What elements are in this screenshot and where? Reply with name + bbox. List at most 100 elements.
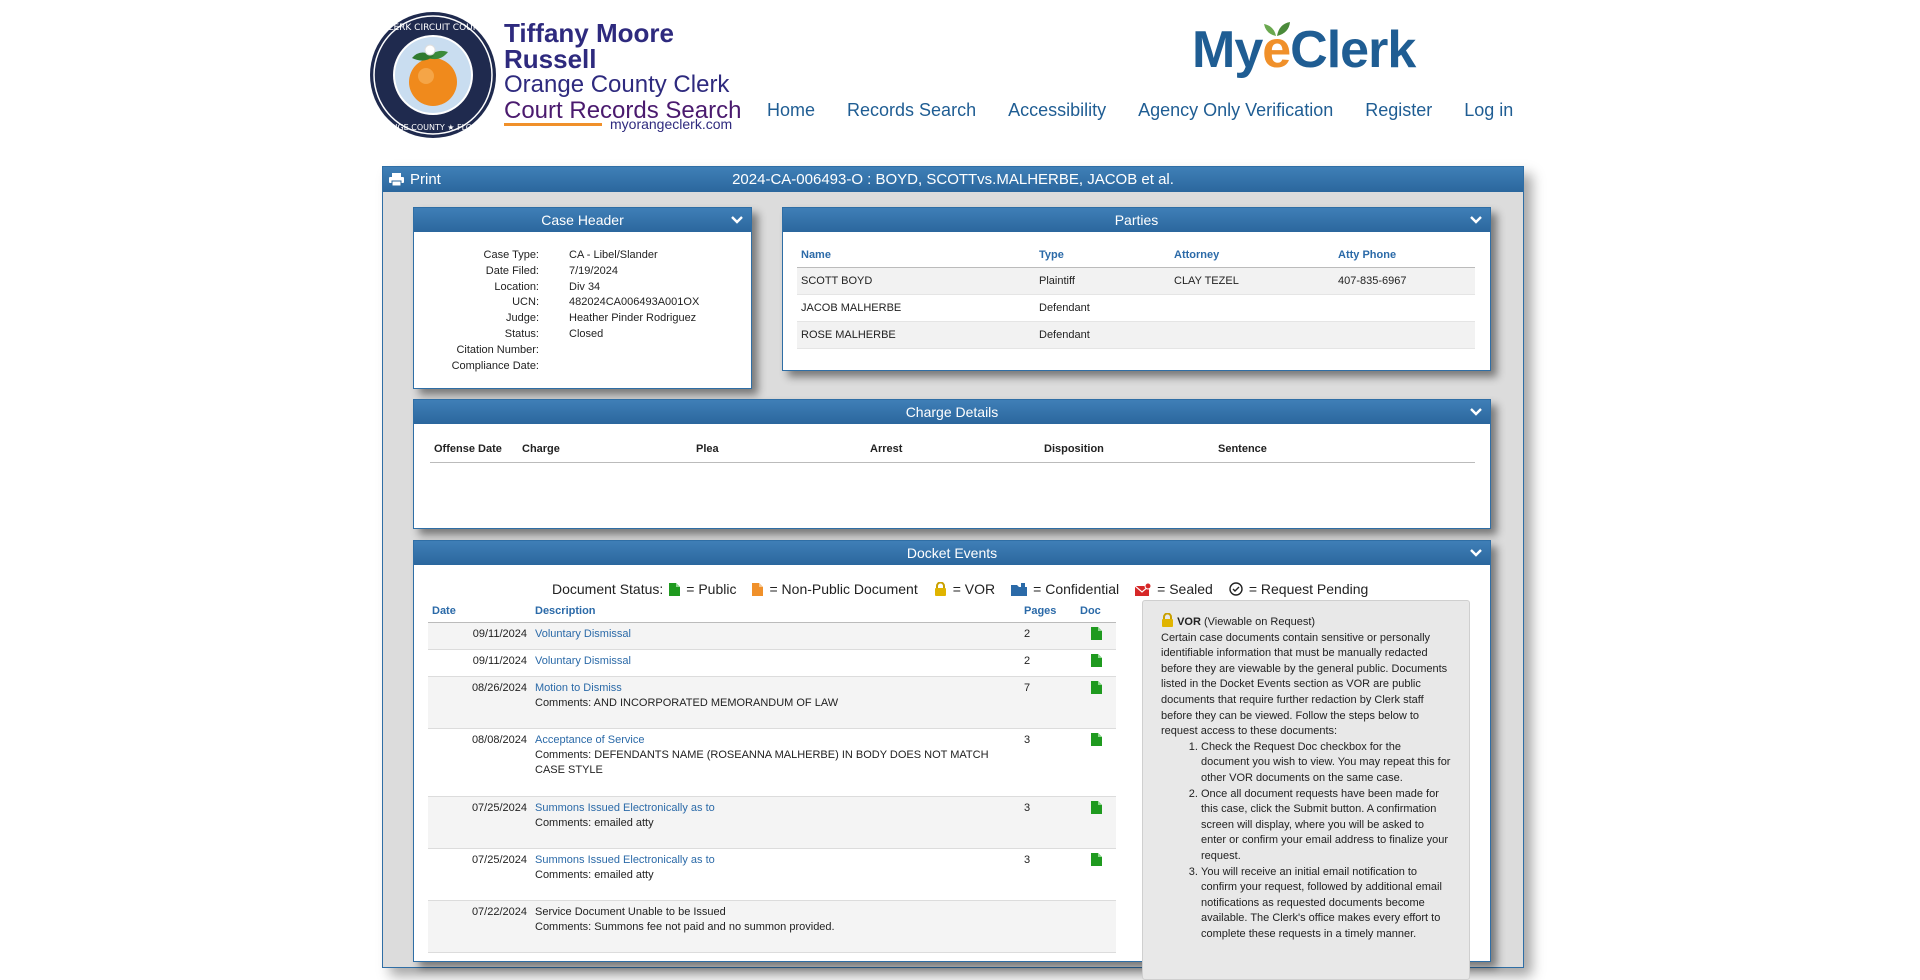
field-key: Citation Number: bbox=[456, 343, 539, 356]
docket-link[interactable]: Voluntary Dismissal bbox=[535, 628, 631, 640]
docket-description: Summons Issued Electronically as to Comm… bbox=[531, 796, 1020, 849]
chevron-down-icon[interactable] bbox=[1469, 546, 1483, 560]
docket-link[interactable]: Summons Issued Electronically as to bbox=[535, 854, 715, 866]
vor-heading: VOR (Viewable on Request) bbox=[1161, 612, 1451, 631]
parties-heading[interactable]: Parties bbox=[783, 208, 1490, 232]
docket-link[interactable]: Summons Issued Electronically as to bbox=[535, 802, 715, 814]
confidential-folder-icon bbox=[1011, 582, 1028, 596]
party-atty-phone: 407-835-6967 bbox=[1334, 267, 1475, 295]
ucn-value: 482024CA006493A001OX bbox=[569, 296, 700, 309]
party-name: ROSE MALHERBE bbox=[797, 321, 1035, 349]
docket-description: Voluntary Dismissal bbox=[531, 649, 1020, 677]
chevron-down-icon[interactable] bbox=[730, 213, 744, 227]
public-document-icon[interactable] bbox=[1090, 801, 1102, 814]
public-document-icon[interactable] bbox=[1090, 627, 1102, 640]
chevron-down-icon[interactable] bbox=[1469, 213, 1483, 227]
brand-text: Tiffany Moore Russell Orange County Cler… bbox=[504, 20, 748, 124]
court-seal-logo: CLERK CIRCUIT COURT ORANGE COUNTY ★ FLOR… bbox=[370, 12, 496, 138]
seal-text-top: CLERK CIRCUIT COURT bbox=[382, 23, 484, 33]
public-document-icon[interactable] bbox=[1090, 681, 1102, 694]
case-header-heading[interactable]: Case Header bbox=[414, 208, 751, 232]
docket-pages: 3 bbox=[1020, 728, 1076, 797]
docket-events-heading[interactable]: Docket Events bbox=[414, 541, 1490, 565]
case-header-card: Case Header Case Type: Date Filed: Locat… bbox=[413, 207, 752, 389]
col-offense-date[interactable]: Offense Date bbox=[430, 436, 518, 463]
party-type: Defendant bbox=[1035, 294, 1170, 322]
charge-details-heading[interactable]: Charge Details bbox=[414, 400, 1490, 424]
party-atty-phone bbox=[1334, 321, 1475, 349]
col-charge[interactable]: Charge bbox=[518, 436, 692, 463]
table-row: 08/08/2024 Acceptance of Service Comment… bbox=[428, 728, 1116, 797]
vor-lock-icon bbox=[934, 582, 946, 596]
compliance-date-value bbox=[569, 359, 699, 375]
field-key: Status: bbox=[504, 327, 539, 340]
legend-sealed: = Sealed bbox=[1157, 581, 1213, 597]
party-type: Defendant bbox=[1035, 321, 1170, 349]
nav-login[interactable]: Log in bbox=[1464, 100, 1513, 121]
docket-description: Motion to Dismiss Comments: AND INCORPOR… bbox=[531, 676, 1020, 729]
parties-table: Name Type Attorney Atty Phone SCOTT BOYD… bbox=[797, 242, 1475, 349]
vor-step: Check the Request Doc checkbox for the d… bbox=[1201, 740, 1451, 787]
chevron-down-icon[interactable] bbox=[1469, 405, 1483, 419]
col-attorney[interactable]: Attorney bbox=[1170, 242, 1334, 268]
col-arrest[interactable]: Arrest bbox=[866, 436, 1040, 463]
citation-number-value bbox=[569, 343, 699, 359]
col-date[interactable]: Date bbox=[428, 600, 531, 623]
parties-card: Parties Name Type Attorney Atty Phone SC… bbox=[782, 207, 1491, 371]
nav-records-search[interactable]: Records Search bbox=[847, 100, 976, 121]
col-pages[interactable]: Pages bbox=[1020, 600, 1076, 623]
public-document-icon[interactable] bbox=[1090, 853, 1102, 866]
charge-details-title: Charge Details bbox=[905, 404, 999, 420]
clerk-branding[interactable]: CLERK CIRCUIT COURT ORANGE COUNTY ★ FLOR… bbox=[368, 10, 748, 140]
docket-pages: 2 bbox=[1020, 649, 1076, 677]
logo-my: My bbox=[1192, 21, 1263, 79]
legend-vor: = VOR bbox=[952, 581, 996, 597]
docket-events-title: Docket Events bbox=[906, 545, 998, 561]
nav-agency-verification[interactable]: Agency Only Verification bbox=[1138, 100, 1333, 121]
col-description[interactable]: Description bbox=[531, 600, 1020, 623]
docket-link[interactable]: Acceptance of Service bbox=[535, 734, 644, 746]
field-key: UCN: bbox=[512, 296, 539, 309]
col-sentence[interactable]: Sentence bbox=[1214, 436, 1475, 463]
public-document-icon[interactable] bbox=[1090, 733, 1102, 746]
nav-register[interactable]: Register bbox=[1365, 100, 1432, 121]
legend-request-pending: = Request Pending bbox=[1248, 581, 1369, 597]
public-document-icon[interactable] bbox=[1090, 654, 1102, 667]
brand-url: myorangeclerk.com bbox=[610, 116, 733, 132]
judge-value: Heather Pinder Rodriguez bbox=[569, 312, 697, 325]
party-attorney bbox=[1170, 321, 1334, 349]
docket-doc bbox=[1076, 622, 1116, 650]
myeclerk-logo[interactable]: MyeClerk bbox=[1192, 20, 1416, 80]
docket-doc bbox=[1076, 728, 1116, 797]
col-name[interactable]: Name bbox=[797, 242, 1035, 268]
docket-doc bbox=[1076, 676, 1116, 729]
col-plea[interactable]: Plea bbox=[692, 436, 866, 463]
docket-date: 07/25/2024 bbox=[428, 848, 531, 901]
docket-doc bbox=[1076, 796, 1116, 849]
clerk-name: Tiffany Moore Russell bbox=[504, 18, 674, 74]
docket-link[interactable]: Voluntary Dismissal bbox=[535, 655, 631, 667]
docket-link[interactable]: Motion to Dismiss bbox=[535, 682, 622, 694]
vor-title: VOR bbox=[1177, 616, 1201, 628]
case-type-value: CA - Libel/Slander bbox=[569, 249, 658, 261]
charge-details-card: Charge Details Offense Date Charge Plea … bbox=[413, 399, 1491, 529]
case-header-keys: Case Type: Date Filed: Location: UCN: Ju… bbox=[414, 248, 539, 374]
docket-comment: Comments: Summons fee not paid and no su… bbox=[535, 921, 835, 933]
col-type[interactable]: Type bbox=[1035, 242, 1170, 268]
party-atty-phone bbox=[1334, 294, 1475, 322]
col-doc[interactable]: Doc bbox=[1076, 600, 1116, 623]
charges-header-row: Offense Date Charge Plea Arrest Disposit… bbox=[430, 436, 1475, 463]
docket-header-row: Date Description Pages Doc bbox=[428, 600, 1116, 623]
legend-public: = Public bbox=[686, 581, 737, 597]
clerk-office: Orange County Clerk bbox=[504, 71, 730, 98]
docket-comment: Comments: DEFENDANTS NAME (ROSEANNA MALH… bbox=[535, 749, 989, 776]
seal-text-bottom: ORANGE COUNTY ★ FLORIDA bbox=[374, 123, 492, 132]
nav-home[interactable]: Home bbox=[767, 100, 815, 121]
col-disposition[interactable]: Disposition bbox=[1040, 436, 1214, 463]
col-atty-phone[interactable]: Atty Phone bbox=[1334, 242, 1475, 268]
table-row: 07/25/2024 Summons Issued Electronically… bbox=[428, 848, 1116, 901]
nav-accessibility[interactable]: Accessibility bbox=[1008, 100, 1106, 121]
field-key: Location: bbox=[494, 280, 539, 293]
case-header-values: CA - Libel/Slander 7/19/2024 Div 34 4820… bbox=[569, 248, 699, 374]
table-row: JACOB MALHERBE Defendant bbox=[797, 294, 1475, 322]
